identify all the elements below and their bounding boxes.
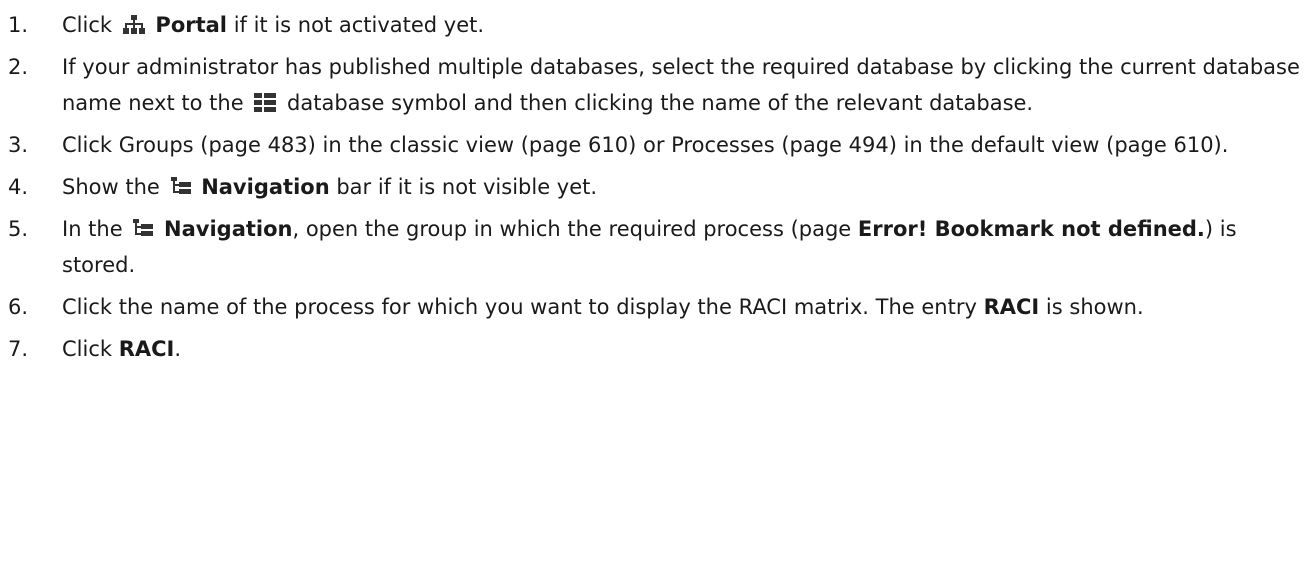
step-7: 7. Click RACI. (0, 331, 1306, 367)
step-bold-error: Error! Bookmark not defined. (857, 217, 1205, 241)
step-6: 6. Click the name of the process for whi… (0, 289, 1306, 325)
database-icon (254, 93, 277, 113)
step-number: 1. (8, 13, 29, 37)
step-text: In the (62, 217, 123, 241)
step-bold: RACI (118, 337, 175, 361)
step-text: Show the (62, 175, 160, 199)
step-bold: Navigation (201, 175, 330, 199)
step-text: if it is not activated yet. (227, 13, 485, 37)
step-number: 7. (8, 337, 29, 361)
step-bold: Navigation (164, 217, 293, 241)
step-number: 6. (8, 295, 29, 319)
step-text: Click Groups (page 483) in the classic v… (62, 133, 1229, 157)
step-text: Click (62, 13, 113, 37)
portal-icon (122, 15, 145, 35)
step-text: Click the name of the process for which … (62, 295, 984, 319)
step-5: 5. In the Navigation, open the group in … (0, 211, 1306, 283)
step-text: bar if it is not visible yet. (329, 175, 598, 199)
step-bold: Portal (155, 13, 228, 37)
step-text: Click (62, 337, 119, 361)
step-bold: RACI (983, 295, 1040, 319)
step-text: . (174, 337, 182, 361)
step-number: 5. (8, 217, 29, 241)
navigation-icon (170, 177, 191, 197)
step-number: 2. (8, 55, 29, 79)
step-4: 4. Show the Navigation bar if it is not … (0, 169, 1306, 205)
step-number: 4. (8, 175, 29, 199)
step-text: , open the group in which the required p… (292, 217, 858, 241)
step-text: database symbol and then clicking the na… (287, 91, 1034, 115)
step-text: is shown. (1039, 295, 1144, 319)
step-3: 3. Click Groups (page 483) in the classi… (0, 127, 1306, 163)
step-number: 3. (8, 133, 29, 157)
step-1: 1. Click Portal if it is not activated y… (0, 7, 1306, 43)
navigation-icon (133, 219, 154, 239)
instruction-list: 1. Click Portal if it is not activated y… (0, 0, 1306, 367)
step-2: 2. If your administrator has published m… (0, 49, 1306, 121)
